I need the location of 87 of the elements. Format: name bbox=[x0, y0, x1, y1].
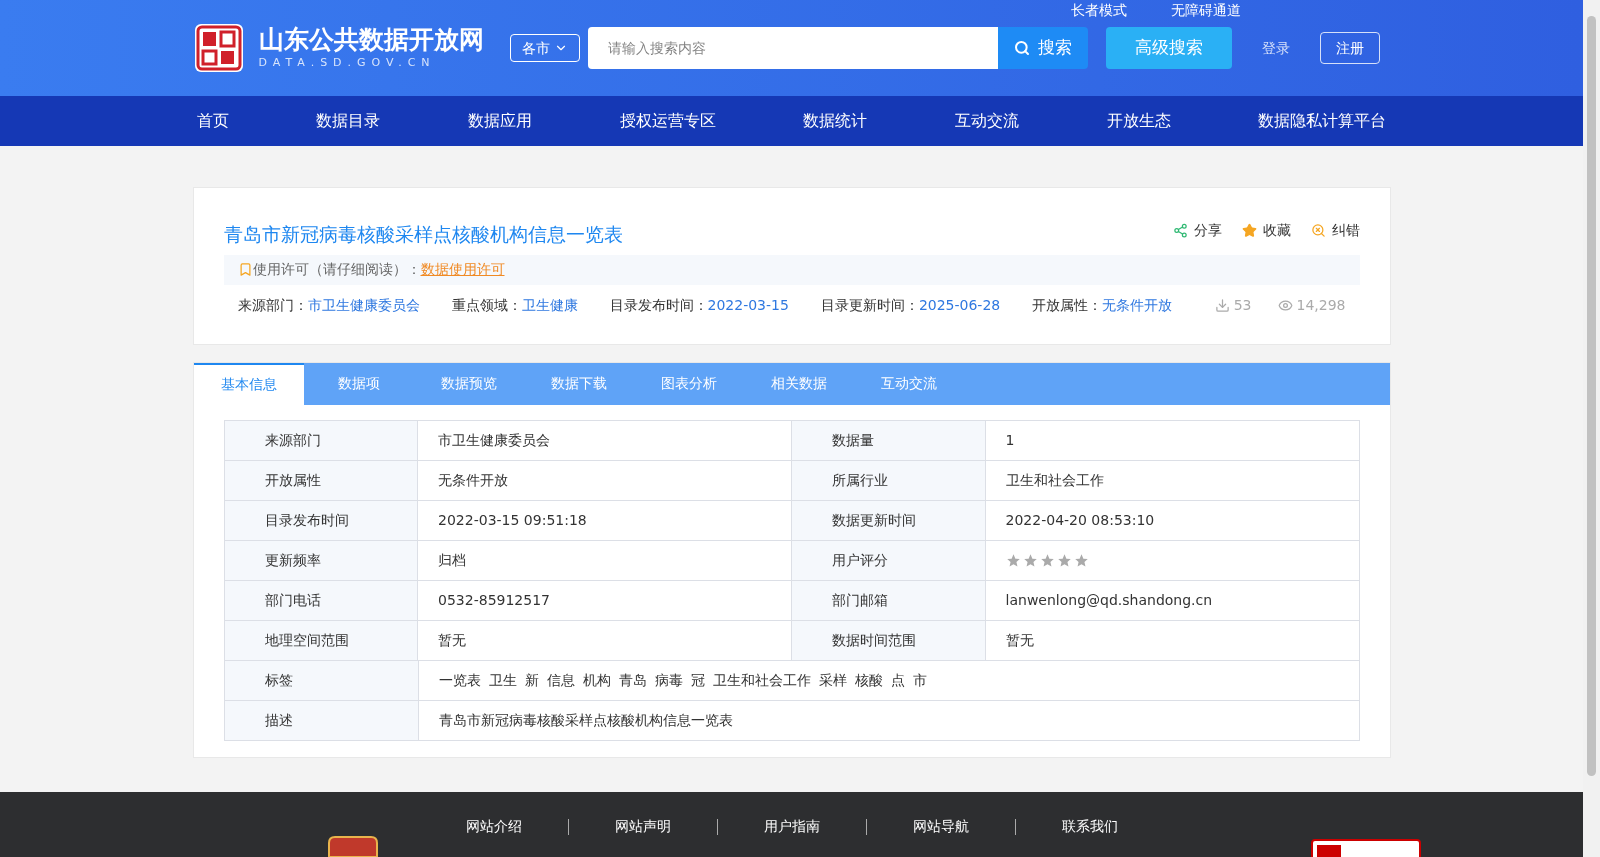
label-cell: 数据量 bbox=[792, 420, 986, 460]
action-button[interactable]: 分享 bbox=[1172, 220, 1222, 241]
tag[interactable]: 核酸 bbox=[854, 669, 883, 691]
value-cell: 2022-04-20 08:53:10 bbox=[985, 500, 1360, 540]
download-icon bbox=[1214, 297, 1230, 313]
value-cell: 卫生和社会工作 bbox=[985, 460, 1360, 500]
search-field[interactable]: 请输入搜索内容 bbox=[587, 27, 998, 69]
tag[interactable]: 新 bbox=[524, 669, 539, 691]
tag[interactable]: 冠 bbox=[690, 669, 705, 691]
footer-link[interactable]: 网站导航 bbox=[866, 816, 1015, 837]
footer-link[interactable]: 用户指南 bbox=[717, 816, 866, 837]
nav-item[interactable]: 数据隐私计算平台 bbox=[1254, 105, 1391, 137]
tag[interactable]: 点 bbox=[890, 669, 905, 691]
star-icon bbox=[1022, 552, 1038, 568]
footer-link[interactable]: 网站声明 bbox=[568, 816, 717, 837]
tag[interactable]: 市 bbox=[912, 669, 927, 691]
tag[interactable]: 机构 bbox=[582, 669, 611, 691]
value-cell: lanwenlong@qd.shandong.cn bbox=[985, 580, 1360, 620]
star-icon bbox=[1241, 223, 1257, 238]
label-cell: 数据时间范围 bbox=[792, 620, 986, 660]
license-label: 使用许可（请仔细阅读）： bbox=[252, 260, 421, 279]
tag[interactable]: 信息 bbox=[546, 669, 575, 691]
city-select[interactable]: 各市 bbox=[509, 34, 580, 62]
nav-item[interactable]: 互动交流 bbox=[951, 105, 1023, 137]
label-cell: 来源部门 bbox=[224, 420, 419, 460]
star-icon bbox=[1073, 552, 1089, 568]
register-button[interactable]: 注册 bbox=[1319, 32, 1380, 64]
meta-label: 开放属性： bbox=[1032, 295, 1103, 315]
tag[interactable]: 卫生和社会工作 bbox=[712, 669, 811, 691]
top-link[interactable]: 无障碍通道 bbox=[1170, 0, 1241, 21]
gov-site-badge-icon bbox=[1311, 839, 1421, 857]
share-icon bbox=[1172, 223, 1188, 238]
value-cell: 1 bbox=[985, 420, 1360, 460]
label-cell: 地理空间范围 bbox=[224, 620, 419, 660]
meta-value: 市卫生健康委员会 bbox=[307, 295, 420, 315]
search-icon bbox=[1310, 223, 1326, 238]
tag[interactable]: 病毒 bbox=[654, 669, 683, 691]
nav-item[interactable]: 数据目录 bbox=[312, 105, 385, 137]
star-icon bbox=[1056, 552, 1072, 568]
action-button[interactable]: 收藏 bbox=[1241, 220, 1291, 241]
meta-value: 2022-03-15 bbox=[707, 295, 789, 315]
label-cell: 用户评分 bbox=[792, 540, 986, 580]
dataset-title: 青岛市新冠病毒核酸采样点核酸机构信息一览表 bbox=[223, 222, 623, 247]
label-cell: 目录发布时间 bbox=[224, 500, 419, 540]
action-button[interactable]: 纠错 bbox=[1310, 220, 1360, 241]
search-icon bbox=[1013, 40, 1030, 56]
star-icon bbox=[1005, 552, 1021, 568]
meta-label: 重点领域： bbox=[451, 295, 522, 315]
label-cell: 描述 bbox=[224, 700, 419, 740]
tab[interactable]: 基本信息 bbox=[193, 362, 304, 405]
nav-item[interactable]: 授权运营专区 bbox=[615, 105, 720, 137]
nav-item[interactable]: 开放生态 bbox=[1102, 105, 1175, 137]
meta-value: 卫生健康 bbox=[521, 295, 578, 315]
star-icon bbox=[1039, 552, 1055, 568]
view-count: 14,298 bbox=[1296, 295, 1346, 315]
label-cell: 数据更新时间 bbox=[792, 500, 986, 540]
label-cell: 开放属性 bbox=[224, 460, 419, 500]
emblem-icon bbox=[327, 835, 379, 857]
value-cell: 青岛市新冠病毒核酸采样点核酸机构信息一览表 bbox=[418, 700, 1360, 740]
bookmark-icon bbox=[237, 262, 253, 277]
nav-item[interactable]: 首页 bbox=[192, 105, 233, 137]
meta-label: 目录更新时间： bbox=[820, 295, 919, 315]
label-cell: 部门电话 bbox=[224, 580, 419, 620]
meta-value: 2025-06-28 bbox=[918, 295, 1001, 315]
footer-link[interactable]: 网站介绍 bbox=[419, 816, 568, 837]
tag[interactable]: 青岛 bbox=[618, 669, 647, 691]
eye-icon bbox=[1277, 297, 1293, 313]
top-link[interactable]: 长者模式 bbox=[1070, 0, 1127, 21]
download-count: 53 bbox=[1233, 295, 1252, 315]
label-cell: 标签 bbox=[224, 660, 419, 700]
meta-label: 来源部门： bbox=[237, 295, 308, 315]
logo-seal-icon bbox=[192, 22, 245, 74]
tag[interactable]: 采样 bbox=[818, 669, 847, 691]
footer-link[interactable]: 联系我们 bbox=[1015, 816, 1164, 837]
nav-item[interactable]: 数据应用 bbox=[463, 105, 536, 137]
value-cell: 暂无 bbox=[985, 620, 1360, 660]
site-domain: DATA.SD.GOV.CN bbox=[258, 54, 437, 71]
meta-value: 无条件开放 bbox=[1102, 295, 1173, 315]
meta-label: 目录发布时间： bbox=[609, 295, 708, 315]
tag[interactable]: 卫生 bbox=[488, 669, 517, 691]
label-cell: 更新频率 bbox=[224, 540, 419, 580]
label-cell: 所属行业 bbox=[792, 460, 986, 500]
tag[interactable]: 一览表 bbox=[438, 669, 481, 691]
login-link[interactable]: 登录 bbox=[1261, 37, 1290, 59]
site-name: 山东公共数据开放网 bbox=[258, 24, 484, 55]
nav-item[interactable]: 数据统计 bbox=[799, 105, 872, 137]
label-cell: 部门邮箱 bbox=[792, 580, 986, 620]
